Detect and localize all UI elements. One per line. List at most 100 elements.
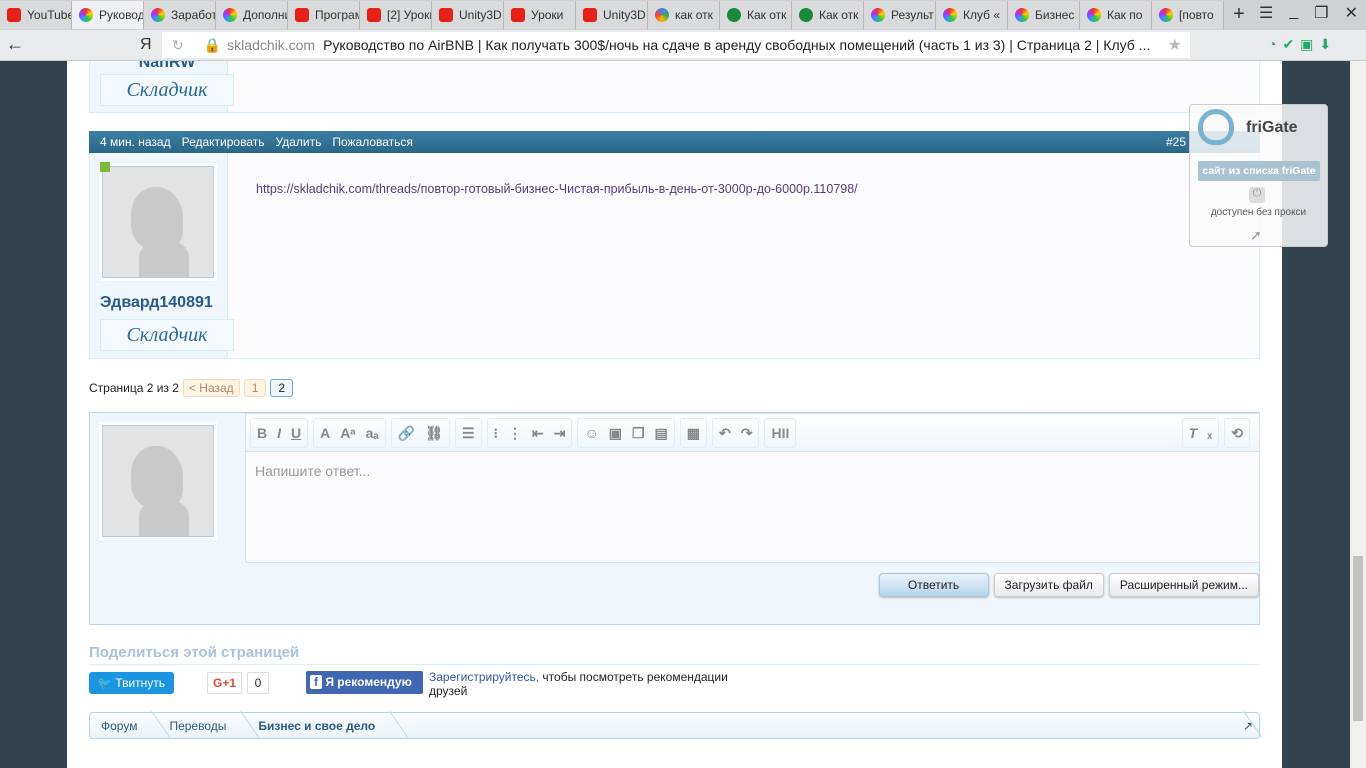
restore-icon[interactable]: ❐ xyxy=(1314,3,1328,23)
font-color-icon: A xyxy=(320,425,331,441)
new-tab-button[interactable]: + xyxy=(1224,0,1254,30)
url-field[interactable]: ↻ 🔒 skladchik.com Руководство по AirBNB … xyxy=(162,32,1190,58)
browser-tab[interactable]: Клуб « xyxy=(936,1,1008,29)
browser-tab[interactable]: Заработок xyxy=(144,1,216,29)
browser-tab[interactable]: Как по xyxy=(1080,1,1152,29)
reload-icon[interactable]: ↻ xyxy=(172,37,184,54)
undo-redo-group[interactable]: ↶ ↷ xyxy=(712,418,760,448)
facebook-recommend-button[interactable]: f Я рекомендую xyxy=(306,671,423,694)
tab-favicon-icon xyxy=(1015,8,1029,22)
save-draft-icon[interactable]: ▦ xyxy=(679,418,708,448)
jump-icon[interactable]: ↗ xyxy=(1243,719,1253,733)
frigate-status: сайт из списка friGate xyxy=(1198,161,1320,181)
avatar[interactable] xyxy=(99,163,217,281)
remove-format-icon[interactable]: Tₓ xyxy=(1181,418,1220,448)
frigate-popup[interactable]: friGate сайт из списка friGate ⏻ доступе… xyxy=(1189,104,1328,247)
link-toolbar-group[interactable]: 🔗 ⛓ xyxy=(390,418,450,448)
align-icon[interactable]: ☰ xyxy=(454,418,482,448)
browser-tab[interactable]: Как отк xyxy=(720,1,792,29)
register-link[interactable]: Зарегистрируйтесь, xyxy=(429,670,539,684)
browser-tab[interactable]: Бизнес xyxy=(1008,1,1080,29)
browser-tab[interactable]: Как отк xyxy=(792,1,864,29)
page-2-button[interactable]: 2 xyxy=(270,379,294,397)
breadcrumb-translations[interactable]: Переводы xyxy=(169,719,250,733)
gplus-button[interactable]: G+1 xyxy=(207,672,242,694)
edit-link[interactable]: Редактировать xyxy=(182,135,265,149)
browser-tab[interactable]: [2] Уроки xyxy=(360,1,432,29)
outdent-icon: ⇤ xyxy=(531,424,544,441)
tab-favicon-icon xyxy=(79,8,93,22)
prev-page-button[interactable]: < Назад xyxy=(182,379,240,397)
user-rank-badge: Складчик xyxy=(100,319,234,351)
post: Эдвард140891 Складчик https://skladchik.… xyxy=(89,153,1260,359)
browser-tab[interactable]: Unity3D xyxy=(432,1,504,29)
breadcrumb-business[interactable]: Бизнес и свое дело xyxy=(258,719,399,733)
font-toolbar-group[interactable]: A Aᵃ aₐ xyxy=(313,418,386,448)
tweet-button[interactable]: 🐦 Твитнуть xyxy=(89,672,174,694)
post-link[interactable]: https://skladchik.com/threads/повтор-гот… xyxy=(256,182,858,196)
post-number[interactable]: #25 xyxy=(1166,135,1186,149)
browser-tab[interactable]: Уроки xyxy=(504,1,576,29)
tab-favicon-icon xyxy=(1087,8,1101,22)
lock-icon: 🔒 xyxy=(203,36,222,53)
toggle-source-icon[interactable]: ⟲ xyxy=(1224,418,1250,448)
quote-icon: ▤ xyxy=(654,424,668,441)
browser-tab[interactable]: YouTube xyxy=(0,1,72,29)
tab-favicon-icon xyxy=(367,8,381,22)
delete-link[interactable]: Удалить xyxy=(276,135,322,149)
reply-button[interactable]: Ответить xyxy=(878,573,989,597)
bbcode-icon[interactable]: HII xyxy=(764,418,797,448)
back-icon[interactable]: ← xyxy=(6,34,24,55)
tab-favicon-icon xyxy=(223,8,237,22)
list-toolbar-group[interactable]: ⁝ ⋮ ⇤ ⇥ xyxy=(486,418,573,448)
browser-tab[interactable]: как отк xyxy=(648,1,720,29)
gplus-count: 0 xyxy=(247,672,269,694)
power-icon[interactable]: ⏻ xyxy=(1249,187,1265,203)
breadcrumb-forum[interactable]: Форум xyxy=(101,719,161,733)
browser-tab[interactable]: Руководство✕ xyxy=(72,1,144,29)
pagination: Страница 2 из 2 < Назад 1 2 xyxy=(89,379,294,397)
browser-tab[interactable]: [повто xyxy=(1152,1,1224,29)
insert-toolbar-group[interactable]: ☺ ▣ ❐ ▤ xyxy=(577,418,675,448)
bookmark-star-icon[interactable]: ★ xyxy=(1168,35,1182,55)
extension-icons[interactable]: ◔✔▣⬇ xyxy=(1268,36,1337,53)
previous-username-link[interactable]: NanRW xyxy=(100,61,234,72)
page-1-button[interactable]: 1 xyxy=(243,379,267,397)
frigate-title: friGate xyxy=(1246,119,1298,136)
window-controls: ☰ _ ❐ ✕ xyxy=(1259,3,1358,23)
twitter-icon: 🐦 xyxy=(97,676,112,690)
editor-toolbar: BIU A Aᵃ aₐ 🔗 ⛓ ☰ ⁝ ⋮ ⇤ ⇥ ☺ ▣ ❐ ▤ ▦ ↶ ↷ HII Tₓ ⟲ xyxy=(246,414,1259,452)
tab-favicon-icon xyxy=(871,8,885,22)
tab-favicon-icon xyxy=(295,8,309,22)
bullet-list-icon: ⁝ xyxy=(493,424,498,441)
browser-tab[interactable]: Результ xyxy=(864,1,936,29)
report-link[interactable]: Пожаловаться xyxy=(332,135,413,149)
page-content: NanRW Складчик 4 мин. назад Редактироват… xyxy=(67,61,1282,768)
user-rank-badge: Складчик xyxy=(100,74,234,106)
font-family-icon: aₐ xyxy=(365,425,379,441)
tab-favicon-icon xyxy=(151,8,165,22)
browser-tab[interactable]: Дополнительно xyxy=(216,1,288,29)
format-toolbar-group[interactable]: BIU xyxy=(250,418,309,448)
menu-icon[interactable]: ☰ xyxy=(1259,3,1273,23)
tab-favicon-icon xyxy=(7,8,21,22)
address-bar: ← Я ↻ 🔒 skladchik.com Руководство по Air… xyxy=(0,30,1366,61)
reply-textarea[interactable]: Напишите ответ... xyxy=(246,452,1259,562)
facebook-icon: f xyxy=(310,675,322,689)
quick-reply: BIU A Aᵃ aₐ 🔗 ⛓ ☰ ⁝ ⋮ ⇤ ⇥ ☺ ▣ ❐ ▤ ▦ ↶ ↷ HII Tₓ ⟲ Н… xyxy=(89,412,1260,625)
username-link[interactable]: Эдвард140891 xyxy=(100,294,213,312)
scrollbar-thumb[interactable] xyxy=(1353,556,1363,721)
yandex-icon[interactable]: Я xyxy=(140,36,152,54)
post-time[interactable]: 4 мин. назад xyxy=(100,135,171,149)
browser-tab[interactable]: Программа xyxy=(288,1,360,29)
upload-file-button[interactable]: Загрузить файл xyxy=(993,573,1104,597)
tab-favicon-icon xyxy=(1159,8,1173,22)
share-buttons: 🐦 Твитнуть G+1 0 f Я рекомендую Зарегист… xyxy=(89,670,789,702)
advanced-mode-button[interactable]: Расширенный режим... xyxy=(1108,573,1259,597)
scrollbar[interactable] xyxy=(1350,61,1366,768)
link-icon: 🔗 xyxy=(397,424,416,441)
browser-tab[interactable]: Unity3D xyxy=(576,1,648,29)
close-icon[interactable]: ✕ xyxy=(1345,3,1358,23)
minimize-icon[interactable]: _ xyxy=(1289,3,1298,23)
breadcrumb: Форум Переводы Бизнес и свое дело ↗ xyxy=(89,712,1260,739)
